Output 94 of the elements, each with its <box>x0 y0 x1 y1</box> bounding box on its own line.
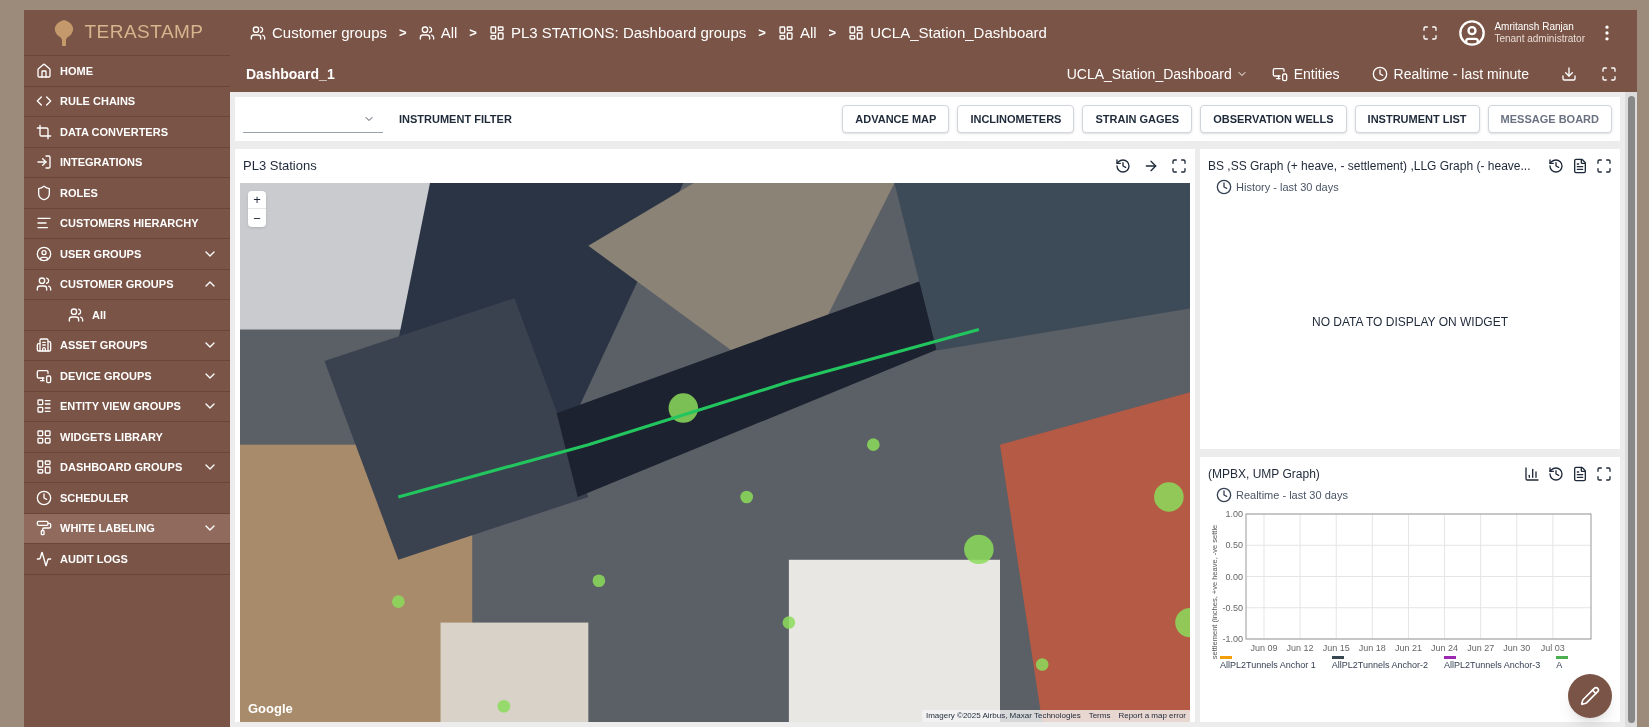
fullscreen-icon[interactable] <box>1601 66 1617 82</box>
report-link[interactable]: Report a map error <box>1118 710 1186 722</box>
tick-label: Jun 24 <box>1431 642 1459 653</box>
filter-button[interactable]: INSTRUMENT LIST <box>1354 105 1480 133</box>
people-icon <box>418 25 435 41</box>
widget-title: BS ,SS Graph (+ heave, - settlement) ,LLG Graph (- heave... <box>1208 158 1532 175</box>
widget-title: PL3 Stations <box>243 157 318 176</box>
legend-label: AllPL2Tunnels Anchor-2 <box>1331 658 1428 672</box>
fullscreen-icon[interactable] <box>1596 158 1612 174</box>
breadcrumb-separator: > <box>399 24 407 43</box>
people-icon <box>68 306 84 323</box>
terms-link[interactable]: Terms <box>1088 710 1111 722</box>
timewindow-label: Realtime - last 30 days <box>1216 487 1612 504</box>
file-icon[interactable] <box>1572 466 1588 482</box>
user-name: Amritansh Ranjan <box>1494 20 1575 33</box>
chart-icon[interactable] <box>1524 466 1540 482</box>
tick-label: Jun 27 <box>1467 642 1495 653</box>
paint-roller-icon <box>36 520 52 537</box>
user-role: Tenant administrator <box>1494 33 1585 46</box>
download-icon[interactable] <box>1561 66 1577 82</box>
shield-icon <box>36 184 52 201</box>
crop-icon <box>36 123 52 140</box>
edit-button[interactable] <box>1568 674 1612 718</box>
history-icon[interactable] <box>1115 158 1131 174</box>
tick-label: Jun 21 <box>1394 642 1422 653</box>
history-icon[interactable] <box>1548 466 1564 482</box>
legend-label: A <box>1556 658 1564 672</box>
zoom-in-button[interactable]: + <box>248 191 266 209</box>
breadcrumb-link[interactable]: All <box>418 21 458 45</box>
sidebar-item[interactable]: WHITE LABELING <box>24 513 230 544</box>
arrow-right-icon[interactable] <box>1143 158 1159 174</box>
legend-label: AllPL2Tunnels Anchor-3 <box>1443 658 1541 672</box>
tick-label: -1.00 <box>1222 633 1243 644</box>
breadcrumb-link[interactable]: Customer groups <box>250 21 388 45</box>
clock-icon <box>1216 487 1232 504</box>
filter-button[interactable]: INCLINOMETERS <box>957 105 1075 133</box>
entities-button[interactable]: Entities <box>1271 63 1340 85</box>
tick-label: Jun 15 <box>1322 642 1350 653</box>
people-icon <box>250 25 266 41</box>
tick-label: -0.50 <box>1222 602 1243 613</box>
building-icon <box>36 337 52 354</box>
avatar-icon[interactable] <box>1458 19 1487 47</box>
tick-label: Jun 09 <box>1250 642 1278 653</box>
fullscreen-icon[interactable] <box>1596 466 1612 482</box>
breadcrumb-link[interactable]: All <box>777 21 817 45</box>
scrollbar-thumb[interactable] <box>1627 96 1635 723</box>
tick-label: Jul 03 <box>1540 642 1565 653</box>
fullscreen-icon[interactable] <box>1422 25 1439 41</box>
clock-icon <box>1216 179 1232 196</box>
user-icon <box>36 245 52 262</box>
breadcrumb-separator: > <box>469 24 477 43</box>
tick-label: Jun 30 <box>1503 642 1531 653</box>
tick-label: Jun 12 <box>1286 642 1314 653</box>
tick-label: Jun 18 <box>1358 642 1386 653</box>
dashboard-icon <box>488 25 505 41</box>
filter-button[interactable]: ADVANCE MAP <box>842 105 950 133</box>
input-icon <box>36 154 52 171</box>
filter-label: INSTRUMENT FILTER <box>399 111 512 127</box>
widget-title: (MPBX, UMP Graph) <box>1208 466 1321 483</box>
filter-button[interactable]: STRAIN GAGES <box>1082 105 1193 133</box>
breadcrumb-link[interactable]: UCLA_Station_Dashboard <box>848 21 1047 45</box>
map-logo: Google <box>248 699 293 718</box>
breadcrumb-separator: > <box>758 24 766 43</box>
tick-label: 1.00 <box>1225 508 1243 519</box>
devices-icon <box>1271 66 1288 82</box>
map-attribution: Imagery ©2025 Airbus, Maxar Technologies <box>925 710 1081 722</box>
history-icon[interactable] <box>1548 158 1564 174</box>
breadcrumb-link[interactable]: PL3 STATIONS: Dashboard groups <box>488 21 747 45</box>
timewindow-label: History - last 30 days <box>1216 179 1612 196</box>
empty-message: NO DATA TO DISPLAY ON WIDGET <box>1311 314 1508 332</box>
clock-icon <box>1371 66 1388 82</box>
home-icon <box>36 62 52 79</box>
clock-icon <box>36 489 52 506</box>
people-icon <box>36 276 52 293</box>
filter-button[interactable]: OBSERVATION WELLS <box>1200 105 1347 133</box>
devices-icon <box>36 367 52 384</box>
file-icon[interactable] <box>1572 158 1588 174</box>
widgets-icon <box>36 428 52 445</box>
timewindow-button[interactable]: Realtime - last minute <box>1371 63 1529 85</box>
dashboard-icon <box>848 25 865 41</box>
legend-label: AllPL2Tunnels Anchor 1 <box>1220 658 1316 672</box>
activity-icon <box>36 550 52 567</box>
dashboard-icon <box>777 25 794 41</box>
breadcrumb-separator: > <box>828 24 837 43</box>
brand-name: TERASTAMP <box>84 20 204 45</box>
dashboard-select[interactable]: UCLA_Station_Dashboard <box>1066 63 1248 85</box>
zoom-out-button[interactable]: − <box>248 209 266 227</box>
dashboard-icon <box>36 459 52 476</box>
table-icon <box>36 398 52 415</box>
tick-label: 0.50 <box>1225 539 1243 550</box>
fullscreen-icon[interactable] <box>1171 158 1187 174</box>
dashboard-title: Dashboard_1 <box>246 64 335 84</box>
pencil-icon <box>1580 686 1600 706</box>
tick-label: 0.00 <box>1225 571 1243 581</box>
